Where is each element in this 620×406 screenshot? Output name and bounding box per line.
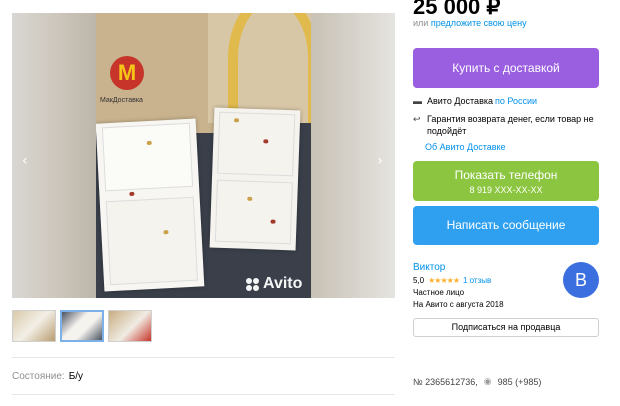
avito-watermark: Avito bbox=[246, 275, 302, 293]
paper-bag-right bbox=[208, 13, 311, 123]
reviews-link[interactable]: 1 отзыв bbox=[463, 276, 491, 285]
paper-bag: M МакДоставка bbox=[96, 13, 216, 133]
about-delivery-row: Об Авито Доставке bbox=[425, 142, 506, 152]
show-phone-button[interactable]: Показать телефон 8 919 XXX-XX-XX bbox=[413, 161, 599, 201]
condition-value: Б/у bbox=[68, 371, 84, 382]
next-photo-arrow-icon[interactable]: › bbox=[377, 153, 383, 169]
avatar[interactable]: В bbox=[563, 262, 599, 298]
guarantee-text: Гарантия возврата денег, если товар не п… bbox=[427, 114, 594, 136]
mcdonalds-logo: M bbox=[110, 56, 144, 90]
phone-masked: 8 919 XXX-XX-XX bbox=[469, 185, 543, 195]
condition-label: Состояние: bbox=[12, 371, 65, 382]
guarantee-row: ↩ Гарантия возврата денег, если товар не… bbox=[413, 113, 595, 137]
buy-with-delivery-button[interactable]: Купить с доставкой bbox=[413, 48, 599, 88]
burger-box-left bbox=[96, 118, 205, 292]
burger-box-right bbox=[209, 107, 301, 251]
rating-value: 5,0 bbox=[413, 276, 425, 285]
seller-rating: 5,0 ★★★★★ 1 отзыв bbox=[413, 276, 491, 285]
thumbnail-1[interactable] bbox=[12, 310, 56, 342]
divider bbox=[12, 394, 395, 395]
seller-name-link[interactable]: Виктор bbox=[413, 262, 445, 273]
star-icon: ★★★★★ bbox=[428, 276, 460, 285]
view-count: 985 (+985) bbox=[497, 376, 542, 387]
return-icon: ↩ bbox=[413, 114, 421, 124]
item-number: № 2365612736, bbox=[413, 376, 478, 387]
listing-meta: № 2365612736, ◉ 985 (+985) bbox=[413, 376, 541, 387]
about-delivery-link[interactable]: Об Авито Доставке bbox=[425, 142, 506, 152]
photo-gallery[interactable]: M МакДоставка Avito ‹ › bbox=[12, 13, 395, 298]
bag-label: МакДоставка bbox=[100, 97, 143, 104]
thumbnail-strip bbox=[12, 310, 152, 342]
price: 25 000 ₽ bbox=[413, 0, 501, 19]
seller-type: Частное лицо bbox=[413, 288, 465, 297]
subscribe-button[interactable]: Подписаться на продавца bbox=[413, 318, 599, 337]
avito-logo-icon bbox=[246, 277, 259, 291]
offer-price-link[interactable]: предложите свою цену bbox=[431, 18, 527, 28]
seller-since: На Авито с августа 2018 bbox=[413, 300, 504, 309]
divider bbox=[12, 357, 395, 358]
show-phone-label: Показать телефон bbox=[454, 168, 558, 182]
truck-icon: ▬ bbox=[413, 96, 422, 106]
delivery-region-link[interactable]: по России bbox=[495, 96, 537, 106]
write-message-button[interactable]: Написать сообщение bbox=[413, 206, 599, 245]
thumbnail-2[interactable] bbox=[60, 310, 104, 342]
main-photo[interactable]: M МакДоставка Avito bbox=[96, 13, 311, 298]
thumbnail-3[interactable] bbox=[108, 310, 152, 342]
eye-icon: ◉ bbox=[483, 376, 492, 386]
delivery-row: ▬ Авито Доставка по России bbox=[413, 96, 538, 106]
prev-photo-arrow-icon[interactable]: ‹ bbox=[22, 153, 28, 169]
offer-line: или предложите свою цену bbox=[413, 18, 527, 28]
condition: Состояние: Б/у bbox=[12, 371, 83, 382]
